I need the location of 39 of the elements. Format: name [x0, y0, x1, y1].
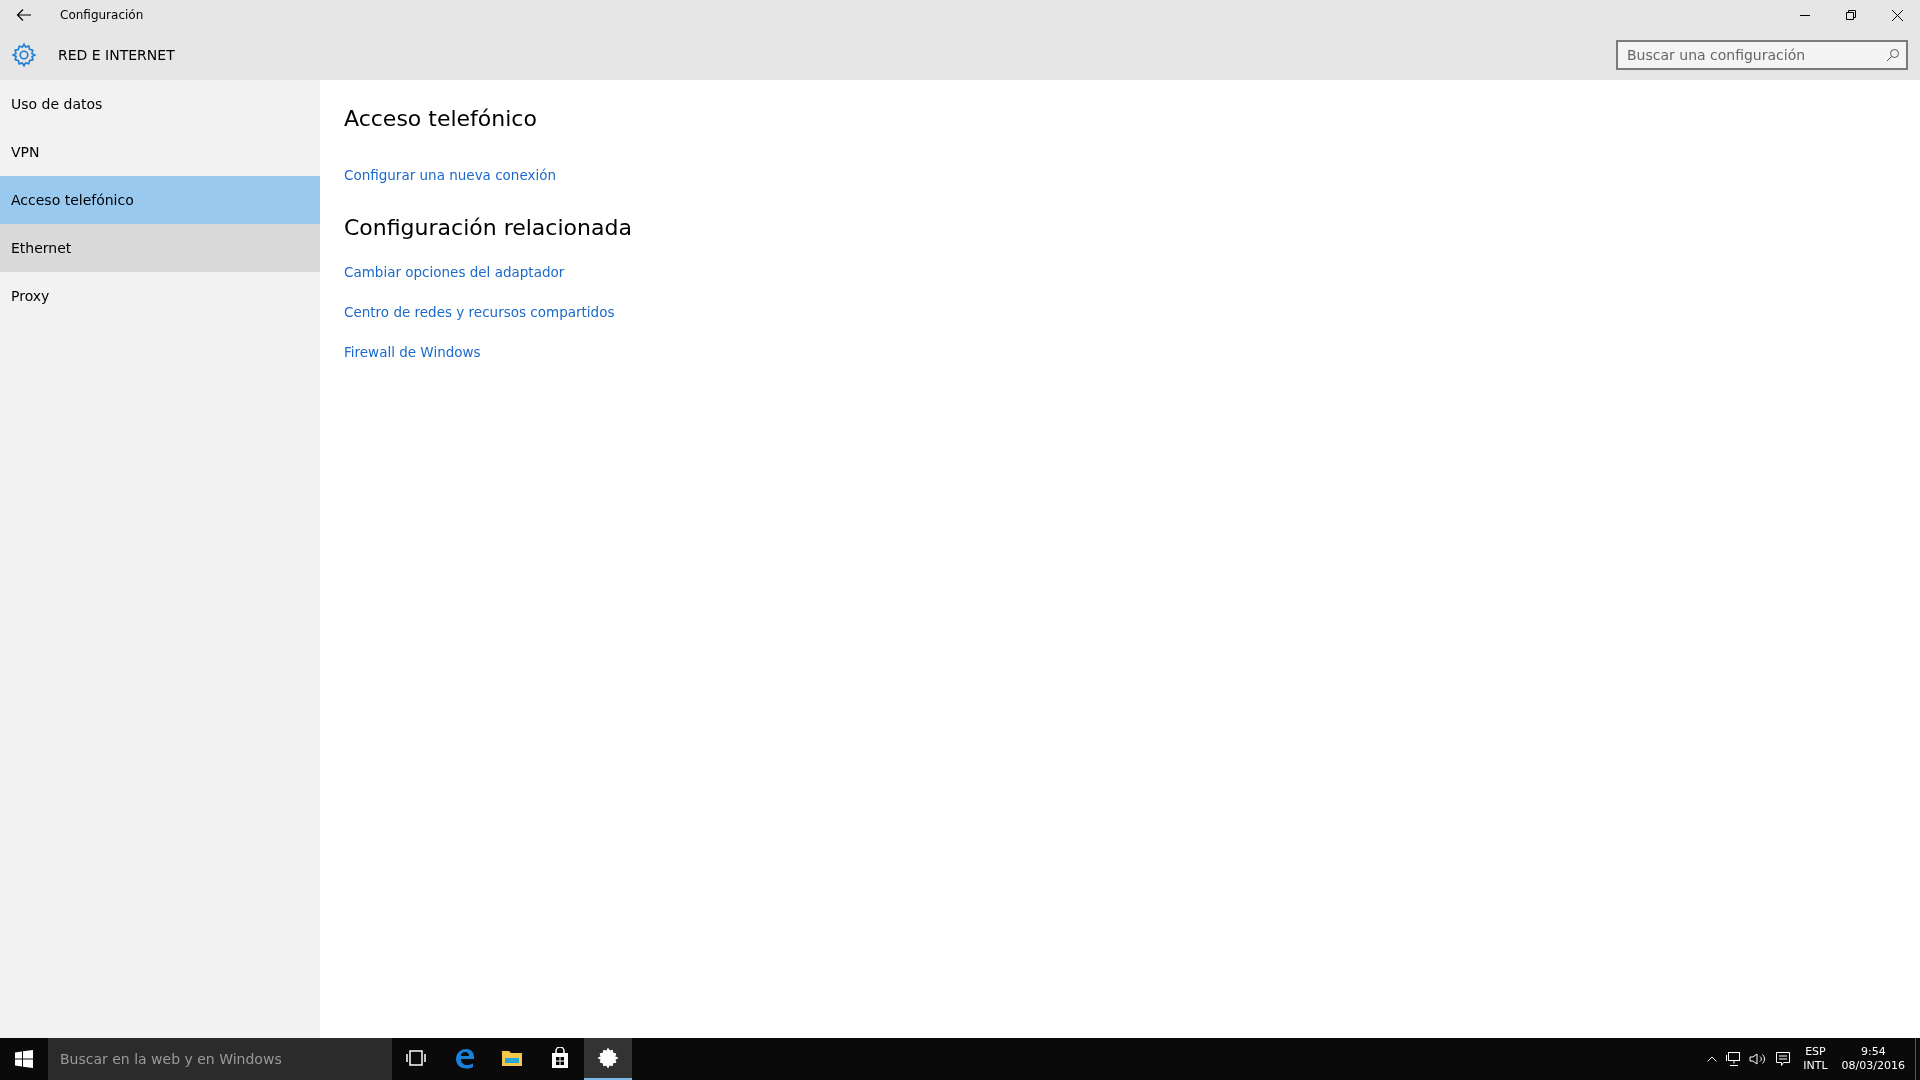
network-button[interactable]: [1725, 1051, 1742, 1067]
link[interactable]: Cambiar opciones del adaptador: [344, 264, 565, 280]
gear-icon: [597, 1047, 619, 1069]
section-title: RED E INTERNET: [58, 47, 175, 63]
sidebar-item[interactable]: Uso de datos: [0, 80, 320, 128]
task-view-icon: [406, 1050, 426, 1066]
clock-time: 9:54: [1860, 1045, 1886, 1059]
windows-logo-icon: [15, 1050, 33, 1068]
volume-button[interactable]: [1749, 1052, 1768, 1066]
monitor-icon: [1725, 1051, 1742, 1067]
back-arrow-icon: [16, 8, 32, 22]
section-heading: Configuración relacionada: [344, 215, 633, 240]
search-field[interactable]: Buscar una configuración: [1616, 40, 1908, 70]
link[interactable]: Centro de redes y recursos compartidos: [344, 304, 615, 320]
speaker-icon: [1749, 1052, 1768, 1066]
sidebar-item[interactable]: VPN: [0, 128, 320, 176]
clock-date: 08/03/2016: [1841, 1059, 1905, 1073]
taskbar-search-field[interactable]: Buscar en la web y en Windows: [48, 1038, 392, 1080]
chevron-up-button[interactable]: [1707, 1056, 1718, 1062]
action-center-button[interactable]: [1775, 1051, 1792, 1067]
window-title: Configuración: [60, 8, 144, 22]
page-heading: Acceso telefónico: [344, 106, 538, 131]
message-icon: [1775, 1051, 1792, 1067]
taskbar-app-button[interactable]: [584, 1038, 632, 1080]
sidebar-item[interactable]: Proxy: [0, 272, 320, 320]
link[interactable]: Configurar una nueva conexión: [344, 167, 557, 183]
folder-icon: [501, 1049, 523, 1067]
restore-icon: [1846, 10, 1856, 20]
sidebar-item[interactable]: Acceso telefónico: [0, 176, 320, 224]
sidebar-item[interactable]: Ethernet: [0, 224, 320, 272]
close-icon: [1891, 9, 1903, 21]
link[interactable]: Firewall de Windows: [344, 344, 481, 360]
search-icon: [1886, 48, 1900, 62]
settings-icon: [11, 42, 37, 68]
shopping-bag-icon: [550, 1047, 570, 1069]
chevron-up-icon: [1707, 1056, 1718, 1062]
clock-button[interactable]: 9:54 08/03/2016: [1841, 1045, 1905, 1073]
input-language-button[interactable]: ESP INTL: [1803, 1045, 1828, 1073]
browser-icon: [453, 1047, 475, 1069]
